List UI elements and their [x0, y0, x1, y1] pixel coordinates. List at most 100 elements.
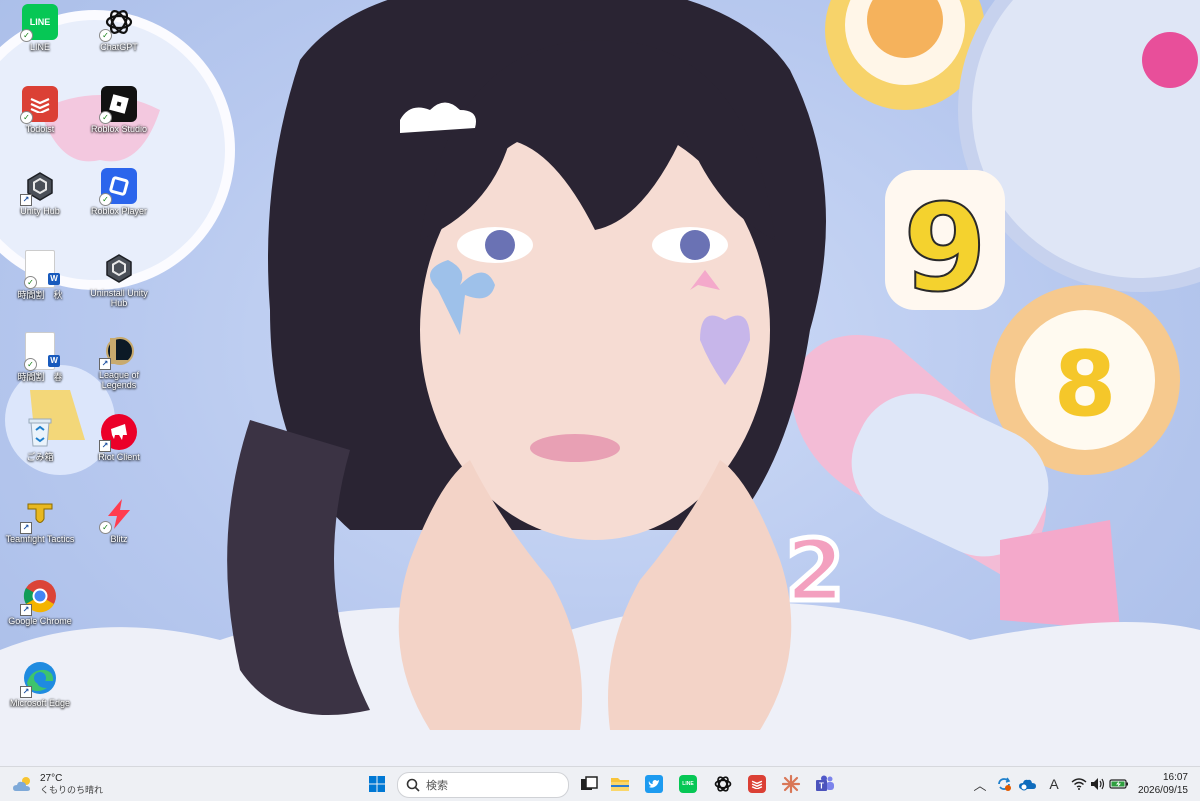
desktop-icon-league-of-legends[interactable]: ↗ League of Legends [81, 328, 157, 404]
weather-widget[interactable]: 27°C くもりのち晴れ [12, 771, 103, 797]
desktop-icon-riot-client[interactable]: ↗ Riot Client [81, 410, 157, 486]
todoist-icon [748, 775, 766, 793]
tray-onedrive-button[interactable] [1018, 771, 1038, 797]
twitter-icon [645, 775, 663, 793]
wallpaper-illustration: 9 8 2 [0, 0, 1200, 766]
task-view-icon [581, 776, 598, 790]
taskbar: 27°C くもりのち晴れ 検索 LINE T ︿ A 16:07 2026/09… [0, 766, 1200, 801]
shortcut-arrow-icon: ↗ [99, 440, 111, 452]
line-icon: LINE [679, 775, 697, 793]
taskbar-search-box[interactable]: 検索 [397, 772, 569, 798]
desktop-wallpaper: 9 8 2 [0, 0, 1200, 766]
sync-check-icon: ✓ [99, 193, 112, 206]
onedrive-icon [1019, 779, 1036, 791]
unity-uninstall-icon [101, 250, 137, 286]
tray-sync-button[interactable] [994, 771, 1014, 797]
weather-temperature: 27°C [40, 772, 63, 784]
line-icon: LINE ✓ [20, 4, 58, 42]
taskbar-teams[interactable]: T [812, 771, 838, 797]
sync-icon [998, 777, 1011, 791]
taskbar-file-explorer[interactable] [607, 771, 633, 797]
desktop-icon-label: ごみ箱 [26, 452, 54, 462]
svg-text:8: 8 [1054, 332, 1117, 437]
teams-icon: T [816, 775, 834, 791]
svg-text:9: 9 [903, 180, 987, 319]
sync-check-icon: ✓ [20, 111, 33, 124]
wifi-icon [1071, 778, 1087, 790]
desktop-icon-label: Roblox Studio [90, 124, 148, 134]
desktop-icon-label: League of Legends [98, 370, 140, 390]
taskbar-todoist[interactable] [744, 771, 770, 797]
speaker-icon [1091, 778, 1105, 790]
word-badge-icon: W [48, 273, 60, 285]
taskbar-twitter[interactable] [641, 771, 667, 797]
shortcut-arrow-icon: ↗ [20, 522, 32, 534]
search-placeholder: 検索 [426, 780, 448, 792]
desktop-icon-timetable-autumn[interactable]: W ✓ 時間割 秋 [2, 246, 78, 322]
taskbar-line[interactable]: LINE [675, 771, 701, 797]
desktop-icon-label: Teamfight Tactics [5, 534, 75, 544]
clock-time: 16:07 [1162, 772, 1188, 783]
start-icon [369, 776, 385, 792]
svg-text:T: T [819, 782, 824, 791]
shortcut-arrow-icon: ↗ [20, 194, 32, 206]
desktop-icon-microsoft-edge[interactable]: ↗ Microsoft Edge [2, 656, 78, 732]
word-document-icon: W ✓ [24, 332, 60, 371]
desktop-icon-label: Blitz [110, 534, 128, 544]
desktop-icon-unity-hub[interactable]: ↗ Unity Hub [2, 164, 78, 240]
unity-hub-icon: ↗ [20, 168, 58, 206]
word-document-icon: W ✓ [24, 250, 60, 289]
weather-condition: くもりのち晴れ [40, 784, 104, 795]
sync-check-icon: ✓ [20, 29, 33, 42]
desktop-icon-label: Riot Client [98, 452, 140, 462]
desktop-icon-recycle-bin[interactable]: ごみ箱 [2, 410, 78, 486]
riot-client-icon: ↗ [99, 414, 137, 452]
taskbar-claude[interactable] [778, 771, 804, 797]
desktop-icon-label: 時間割 春 [17, 372, 63, 382]
desktop-icon-uninstall-unity-hub[interactable]: Uninstall Unity Hub [81, 246, 157, 322]
roblox-studio-icon: ✓ [99, 86, 137, 124]
desktop-icon-roblox-player[interactable]: ✓ Roblox Player [81, 164, 157, 240]
desktop-icon-chatgpt[interactable]: ✓ ChatGPT [81, 0, 157, 76]
start-button[interactable] [364, 771, 390, 797]
desktop-icon-label: Microsoft Edge [9, 698, 71, 708]
sync-check-icon: ✓ [99, 29, 112, 42]
ime-indicator[interactable]: A [1044, 771, 1064, 797]
desktop-icon-todoist[interactable]: ✓ Todoist [2, 82, 78, 158]
tray-battery-button[interactable] [1108, 771, 1130, 797]
desktop-icon-google-chrome[interactable]: ↗ Google Chrome [2, 574, 78, 650]
desktop-icon-label: Uninstall Unity Hub [90, 288, 148, 308]
desktop-icon-blitz[interactable]: ✓ Blitz [81, 492, 157, 568]
league-of-legends-icon: ↗ [99, 332, 137, 370]
taskbar-chatgpt[interactable] [710, 771, 736, 797]
desktop-icon-label: Todoist [25, 124, 55, 134]
task-view-button[interactable] [576, 771, 602, 797]
desktop-icon-label: ChatGPT [100, 42, 138, 52]
roblox-player-icon: ✓ [99, 168, 137, 206]
tray-overflow-button[interactable]: ︿ [970, 771, 990, 797]
search-icon [406, 778, 420, 792]
file-explorer-icon [611, 778, 629, 791]
desktop-icon-roblox-studio[interactable]: ✓ Roblox Studio [81, 82, 157, 158]
claude-icon [781, 774, 801, 794]
taskbar-clock[interactable]: 16:07 2026/09/15 [1138, 771, 1188, 797]
tray-network-button[interactable] [1070, 771, 1088, 797]
recycle-bin-icon [22, 414, 58, 450]
shortcut-arrow-icon: ↗ [20, 686, 32, 698]
shortcut-arrow-icon: ↗ [20, 604, 32, 616]
teamfight-tactics-icon: ↗ [20, 496, 58, 534]
desktop-icon-label: 時間割 秋 [17, 290, 63, 300]
desktop-icon-line[interactable]: LINE ✓ LINE [2, 0, 78, 76]
sync-check-icon: ✓ [24, 358, 37, 371]
desktop-icon-timetable-spring[interactable]: W ✓ 時間割 春 [2, 328, 78, 404]
sync-check-icon: ✓ [24, 276, 37, 289]
tray-volume-button[interactable] [1090, 771, 1106, 797]
shortcut-arrow-icon: ↗ [99, 358, 111, 370]
desktop-icon-teamfight-tactics[interactable]: ↗ Teamfight Tactics [2, 492, 78, 568]
desktop-icon-label: LINE [29, 42, 50, 52]
chatgpt-icon [714, 776, 732, 792]
chatgpt-icon: ✓ [99, 4, 137, 42]
todoist-icon: ✓ [20, 86, 58, 124]
edge-icon: ↗ [20, 660, 58, 698]
clock-date: 2026/09/15 [1137, 785, 1188, 796]
